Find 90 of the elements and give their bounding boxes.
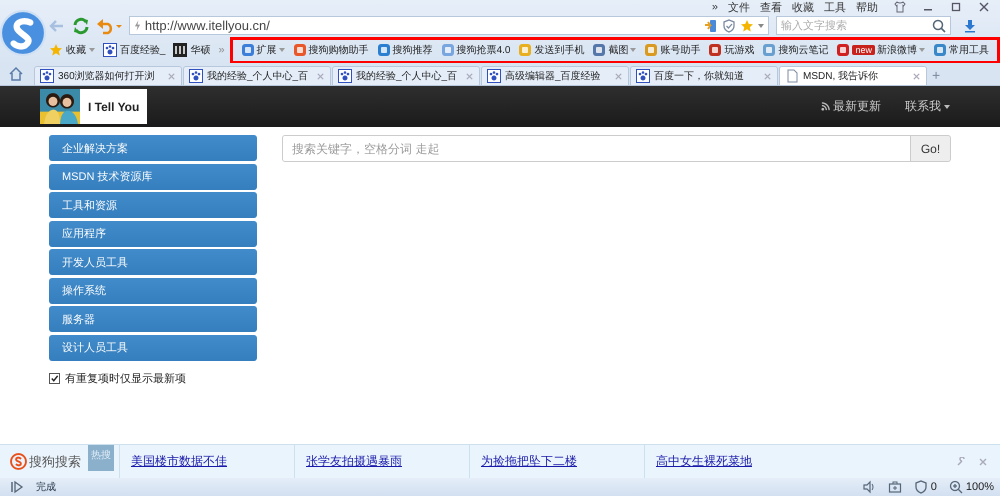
checkbox[interactable] [49,373,60,384]
lightning-icon [134,20,141,31]
download-icon[interactable] [962,18,977,32]
send-icon[interactable] [704,18,718,32]
toolbar-item[interactable]: 搜狗抢票4.0 [440,43,510,57]
speaker-icon[interactable] [862,480,876,494]
tool-icon [240,43,255,57]
tool-icon [376,43,391,57]
menu-item[interactable]: 收藏 [792,0,814,14]
maximize-icon[interactable] [950,1,962,13]
sidebar-item[interactable]: MSDN 技术资源库 [49,164,257,190]
toolbar-item[interactable]: 搜狗推荐 [376,43,433,57]
sidebar-item[interactable]: 开发人员工具 [49,249,257,275]
toolbox-icon[interactable] [888,480,902,494]
caret-icon [944,104,950,108]
tool-icon [836,43,850,57]
menu-item[interactable]: 文件 [728,0,750,14]
refresh-icon[interactable] [70,16,91,36]
menu-item[interactable]: 帮助 [856,0,878,14]
nav-link[interactable]: 最新更新 [821,98,881,115]
hot-badge: 热搜 [88,445,114,471]
nav-link[interactable]: 联系我 [905,98,950,115]
search-icon[interactable] [932,18,946,32]
paw-icon [40,69,54,83]
site-logo[interactable]: I Tell You [40,89,148,124]
paw-icon [189,69,203,83]
menu-item[interactable]: 工具 [824,0,846,14]
toolbar-item[interactable]: 截图 [592,43,636,57]
sidebar-toggle-icon[interactable] [10,480,24,494]
sidebar-item[interactable]: 服务器 [49,306,257,332]
sogou-logo[interactable]: 搜狗搜索 [0,452,88,470]
menu-item[interactable]: 查看 [760,0,782,14]
paw-icon [636,69,650,83]
shield-icon [914,480,928,494]
address-field[interactable]: http://www.itellyou.cn/ [128,16,769,35]
browser-tab[interactable]: 我的经验_个人中心_百 [183,66,331,85]
star-icon[interactable] [740,18,754,32]
rss-icon [821,102,830,111]
browser-tab[interactable]: MSDN, 我告诉你 [779,66,927,85]
toolbar-item[interactable]: 搜狗云笔记 [762,43,828,57]
bookmark-item[interactable]: 华硕 [173,43,210,57]
zoom-in-icon [948,480,963,494]
toolbar-item[interactable]: 玩游戏 [708,43,754,57]
bookmark-item[interactable]: 百度经验_ [102,43,166,57]
checkbox-label: 有重复项时仅显示最新项 [65,372,186,386]
sidebar-item[interactable]: 应用程序 [49,220,257,246]
home-icon[interactable] [8,66,24,82]
s-logo-icon [10,453,27,470]
go-button[interactable]: Go! [911,135,951,162]
toolbar-item[interactable]: 扩展 [240,43,285,57]
browser-tab[interactable]: 高级编辑器_百度经验 [481,66,629,85]
sidebar-item[interactable]: 工具和资源 [49,192,257,218]
sidebar-item[interactable]: 企业解决方案 [49,135,257,161]
new-badge: new [852,45,875,55]
page-icon [785,69,799,83]
bars-icon [173,43,188,57]
tool-icon [592,43,606,57]
tool-icon [440,43,455,57]
star-icon [48,43,63,57]
browser-logo-icon[interactable] [0,10,46,56]
shield-check-icon[interactable] [722,18,736,32]
sidebar-item[interactable]: 操作系统 [49,278,257,304]
tool-icon [518,43,532,57]
browser-tab[interactable]: 360浏览器如何打开浏 [34,66,182,85]
toolbar-item[interactable]: new 新浪微博 [836,43,925,57]
browser-tab[interactable]: 我的经验_个人中心_百 [332,66,480,85]
toolbar-item[interactable]: 账号助手 [644,43,700,57]
menu-overflow[interactable]: » [712,1,718,13]
sidebar-item[interactable]: 设计人员工具 [49,334,257,360]
shirt-icon[interactable] [894,1,906,13]
browser-tab[interactable]: 百度一下，你就知道 [630,66,778,85]
zoom-control[interactable]: 100% [948,480,994,494]
search-input[interactable]: 搜索关键字，空格分词 走起 [282,135,911,162]
close-icon[interactable] [978,1,990,13]
paw-icon [487,69,501,83]
tool-icon [762,43,776,57]
tool-icon [708,43,722,57]
tool-icon [933,43,947,57]
caret-icon[interactable] [758,24,764,28]
paw-icon [338,69,352,83]
toolbar-item[interactable]: 搜狗购物助手 [292,43,369,57]
wrench-icon[interactable] [956,456,966,466]
bookmark-item[interactable]: 收藏 [48,43,95,57]
toolbar-item[interactable]: 常用工具 [933,43,989,57]
paw-icon [102,43,117,57]
tool-icon [644,43,658,57]
toolbar-item[interactable]: 发送到手机 [518,43,584,57]
tool-icon [292,43,307,57]
blocked-counter[interactable]: 0 [914,480,937,494]
status-text: 完成 [36,480,56,494]
